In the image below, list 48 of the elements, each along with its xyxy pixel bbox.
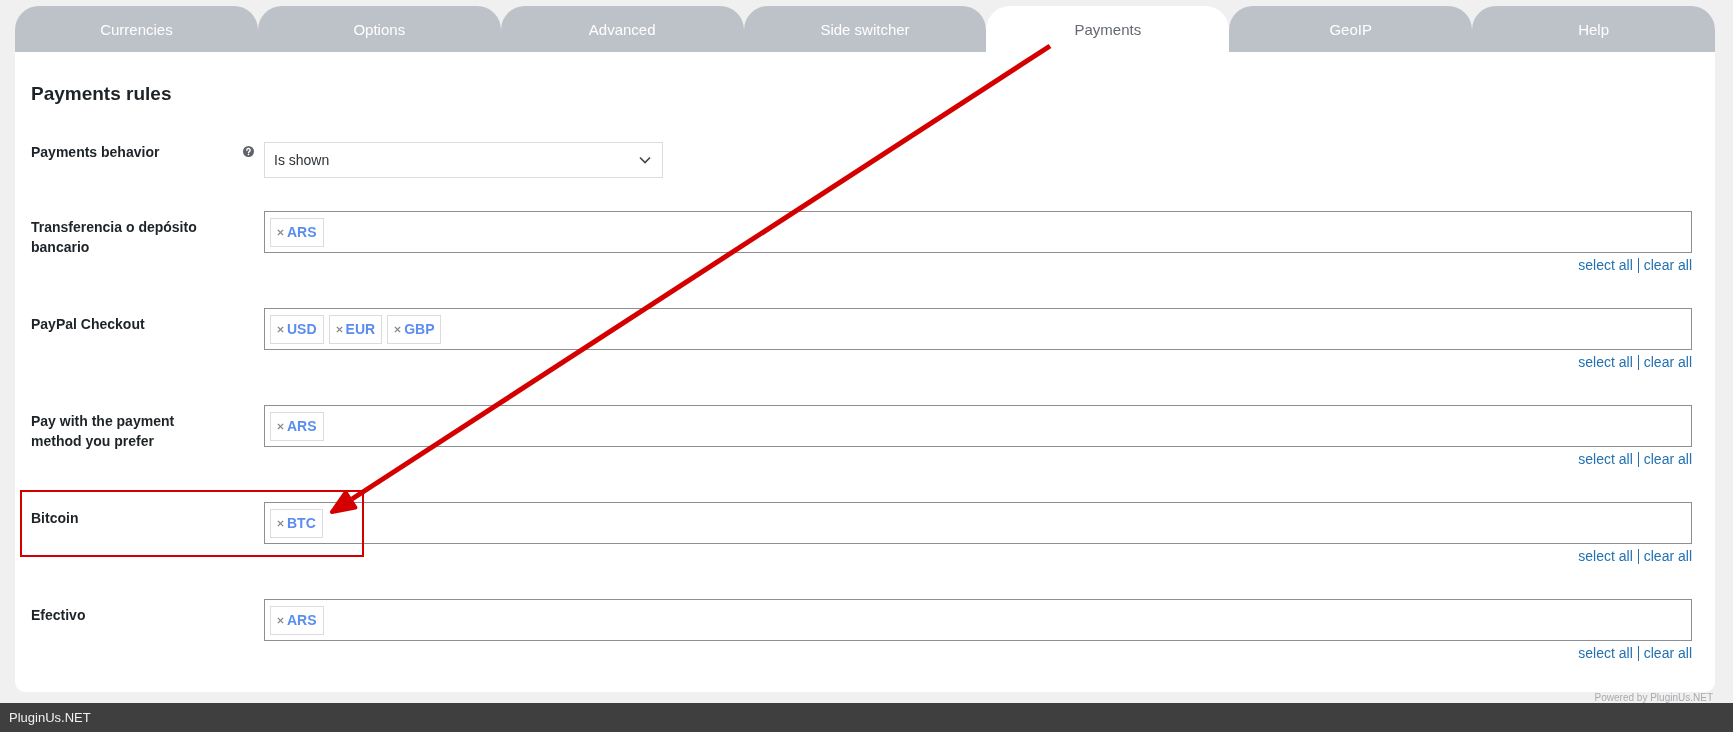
tab[interactable]: Payments: [986, 6, 1230, 52]
select-all-link[interactable]: select all: [1578, 547, 1633, 566]
remove-icon[interactable]: [277, 616, 284, 624]
select-all-link[interactable]: select all: [1578, 644, 1633, 663]
currency-tag[interactable]: GBP: [387, 314, 442, 344]
chevron-down-icon: [639, 156, 651, 164]
select-all-link[interactable]: select all: [1578, 353, 1633, 372]
brand-text: PluginUs.NET: [9, 710, 91, 725]
tab[interactable]: Side switcher: [743, 6, 987, 52]
remove-icon[interactable]: [394, 325, 402, 333]
currency-field[interactable]: ARS: [264, 405, 1692, 447]
currency-tag[interactable]: ARS: [270, 217, 324, 247]
field-label: Transferencia o depósito bancario: [31, 218, 198, 257]
currency-tag[interactable]: EUR: [328, 314, 383, 344]
currency-tag[interactable]: ARS: [270, 411, 324, 441]
currency-tag[interactable]: BTC: [270, 508, 323, 538]
tab[interactable]: Advanced: [500, 6, 744, 52]
clear-all-link[interactable]: clear all: [1643, 450, 1692, 469]
remove-icon[interactable]: [277, 519, 284, 527]
currency-tag[interactable]: ARS: [270, 605, 324, 635]
select-all-link[interactable]: select all: [1578, 450, 1633, 469]
tab[interactable]: GeoIP: [1229, 6, 1473, 52]
field-label: Payments behavior: [31, 143, 160, 162]
remove-icon[interactable]: [277, 422, 284, 430]
tab[interactable]: Currencies: [15, 6, 258, 52]
clear-all-link[interactable]: clear all: [1643, 353, 1692, 372]
behavior-select[interactable]: Is shown: [264, 142, 663, 178]
clear-all-link[interactable]: clear all: [1643, 644, 1692, 663]
currency-field[interactable]: ARS: [264, 211, 1692, 253]
powered-by-text: Powered by PluginUs.NET: [1594, 692, 1713, 703]
currency-field[interactable]: ARS: [264, 599, 1692, 641]
remove-icon[interactable]: [277, 228, 284, 236]
remove-icon[interactable]: [277, 325, 284, 333]
field-label: Pay with the payment method you prefer: [31, 412, 176, 451]
section-title: Payments rules: [31, 82, 172, 106]
clear-all-link[interactable]: clear all: [1643, 256, 1692, 275]
tab[interactable]: Help: [1472, 6, 1715, 52]
tab[interactable]: Options: [257, 6, 501, 52]
clear-all-link[interactable]: clear all: [1643, 547, 1692, 566]
field-label: PayPal Checkout: [31, 315, 145, 334]
currency-field[interactable]: USD EUR GBP: [264, 308, 1692, 350]
currency-tag[interactable]: USD: [270, 314, 324, 344]
select-all-link[interactable]: select all: [1578, 256, 1633, 275]
remove-icon[interactable]: [335, 325, 343, 333]
field-label: Efectivo: [31, 606, 86, 625]
currency-field[interactable]: BTC: [264, 502, 1692, 544]
field-label: Bitcoin: [31, 509, 79, 528]
help-icon[interactable]: [243, 146, 254, 157]
